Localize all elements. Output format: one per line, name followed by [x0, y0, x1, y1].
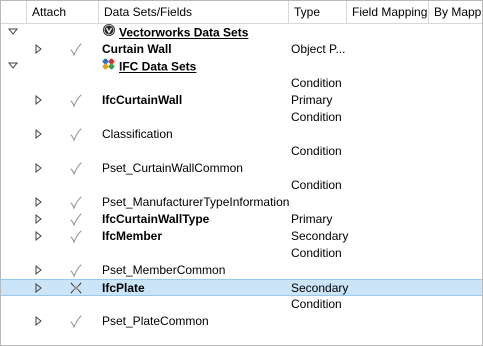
- row-label-text: IFC Data Sets: [119, 59, 197, 74]
- ifc-logo-icon: [102, 57, 116, 76]
- expand-triangle-icon[interactable]: [33, 161, 45, 175]
- tree-row[interactable]: Pset_PlateCommon: [1, 313, 482, 330]
- row-label-text: IfcCurtainWallType: [102, 212, 210, 226]
- tree-row[interactable]: Pset_MemberCommon: [1, 262, 482, 279]
- row-label-text: Classification: [102, 127, 173, 141]
- column-header-type[interactable]: Type: [289, 1, 347, 23]
- column-header-field-mapping[interactable]: Field Mapping: [347, 1, 429, 23]
- attach-check-icon[interactable]: [69, 160, 83, 177]
- collapse-triangle-icon[interactable]: [7, 25, 19, 39]
- attach-check-icon[interactable]: [69, 41, 83, 58]
- tree-row[interactable]: IfcPlate Secondary: [1, 279, 482, 296]
- column-header-by-mapping[interactable]: By Mappin: [429, 1, 482, 23]
- column-header-attach[interactable]: Attach: [27, 1, 99, 23]
- row-label-text: Pset_PlateCommon: [102, 314, 209, 328]
- tree-row[interactable]: Condition: [1, 143, 482, 160]
- row-type: Condition: [291, 297, 342, 311]
- row-label: IfcMember: [102, 228, 162, 245]
- row-label-text: IfcCurtainWall: [102, 93, 183, 107]
- expand-triangle-icon[interactable]: [33, 93, 45, 107]
- row-label: IfcCurtainWall: [102, 92, 182, 109]
- row-label: Classification: [102, 126, 173, 143]
- row-label: Pset_PlateCommon: [102, 313, 209, 330]
- expand-triangle-icon[interactable]: [33, 281, 45, 295]
- expand-triangle-icon[interactable]: [33, 314, 45, 328]
- tree-row[interactable]: Pset_ManufacturerTypeInformation: [1, 194, 482, 211]
- row-label: Vectorworks Data Sets: [102, 24, 248, 41]
- tree-row[interactable]: Pset_CurtainWallCommon: [1, 160, 482, 177]
- tree-row[interactable]: IFC Data Sets: [1, 58, 482, 75]
- row-label-text: IfcMember: [102, 229, 163, 243]
- row-label: IfcCurtainWallType: [102, 211, 209, 228]
- tree-row[interactable]: Vectorworks Data Sets: [1, 24, 482, 41]
- vectorworks-logo-icon: [102, 23, 116, 42]
- row-type: Primary: [291, 212, 333, 226]
- row-label: IFC Data Sets: [102, 58, 196, 75]
- row-label-text: Pset_ManufacturerTypeInformation: [102, 195, 290, 209]
- row-type: Condition: [291, 76, 342, 90]
- row-type: Secondary: [291, 229, 349, 243]
- row-label-text: Vectorworks Data Sets: [119, 25, 249, 40]
- tree-row[interactable]: Condition: [1, 109, 482, 126]
- row-type: Secondary: [291, 281, 349, 295]
- column-header-datasets[interactable]: Data Sets/Fields: [99, 1, 289, 23]
- row-label: Pset_MemberCommon: [102, 262, 225, 279]
- expand-triangle-icon[interactable]: [33, 212, 45, 226]
- row-type: Object P...: [291, 42, 346, 56]
- tree-row[interactable]: Condition: [1, 245, 482, 262]
- expand-triangle-icon[interactable]: [33, 229, 45, 243]
- row-label: IfcPlate: [102, 280, 145, 297]
- attach-check-icon[interactable]: [69, 313, 83, 330]
- row-type: Condition: [291, 144, 342, 158]
- tree-row[interactable]: Condition: [1, 177, 482, 194]
- attach-check-icon[interactable]: [69, 126, 83, 143]
- row-type: Condition: [291, 110, 342, 124]
- expand-triangle-icon[interactable]: [33, 263, 45, 277]
- tree-row[interactable]: Condition: [1, 296, 482, 313]
- attach-check-icon[interactable]: [69, 211, 83, 228]
- tree-row[interactable]: Condition: [1, 75, 482, 92]
- column-header-expander[interactable]: [1, 1, 27, 23]
- row-type: Condition: [291, 178, 342, 192]
- expand-triangle-icon[interactable]: [33, 42, 45, 56]
- attach-check-icon[interactable]: [69, 194, 83, 211]
- row-type: Condition: [291, 246, 342, 260]
- tree-row[interactable]: IfcMember Secondary: [1, 228, 482, 245]
- tree-row[interactable]: IfcCurtainWallType Primary: [1, 211, 482, 228]
- expand-triangle-icon[interactable]: [33, 127, 45, 141]
- row-label: Pset_ManufacturerTypeInformation: [102, 194, 289, 211]
- row-label-text: Pset_MemberCommon: [102, 263, 226, 277]
- detach-x-icon[interactable]: [69, 280, 83, 297]
- tree-row[interactable]: Curtain Wall Object P...: [1, 41, 482, 58]
- row-label: Curtain Wall: [102, 41, 172, 58]
- tree-row[interactable]: Classification: [1, 126, 482, 143]
- collapse-triangle-icon[interactable]: [7, 59, 19, 73]
- attach-check-icon[interactable]: [69, 262, 83, 279]
- column-header: Attach Data Sets/Fields Type Field Mappi…: [1, 1, 482, 24]
- row-label-text: IfcPlate: [102, 281, 145, 295]
- expand-triangle-icon[interactable]: [33, 195, 45, 209]
- data-sets-tree-table: Attach Data Sets/Fields Type Field Mappi…: [0, 0, 483, 346]
- attach-check-icon[interactable]: [69, 228, 83, 245]
- tree-row[interactable]: IfcCurtainWall Primary: [1, 92, 482, 109]
- row-label-text: Pset_CurtainWallCommon: [102, 161, 243, 175]
- row-label: Pset_CurtainWallCommon: [102, 160, 243, 177]
- attach-check-icon[interactable]: [69, 92, 83, 109]
- row-label-text: Curtain Wall: [102, 42, 172, 56]
- row-type: Primary: [291, 93, 333, 107]
